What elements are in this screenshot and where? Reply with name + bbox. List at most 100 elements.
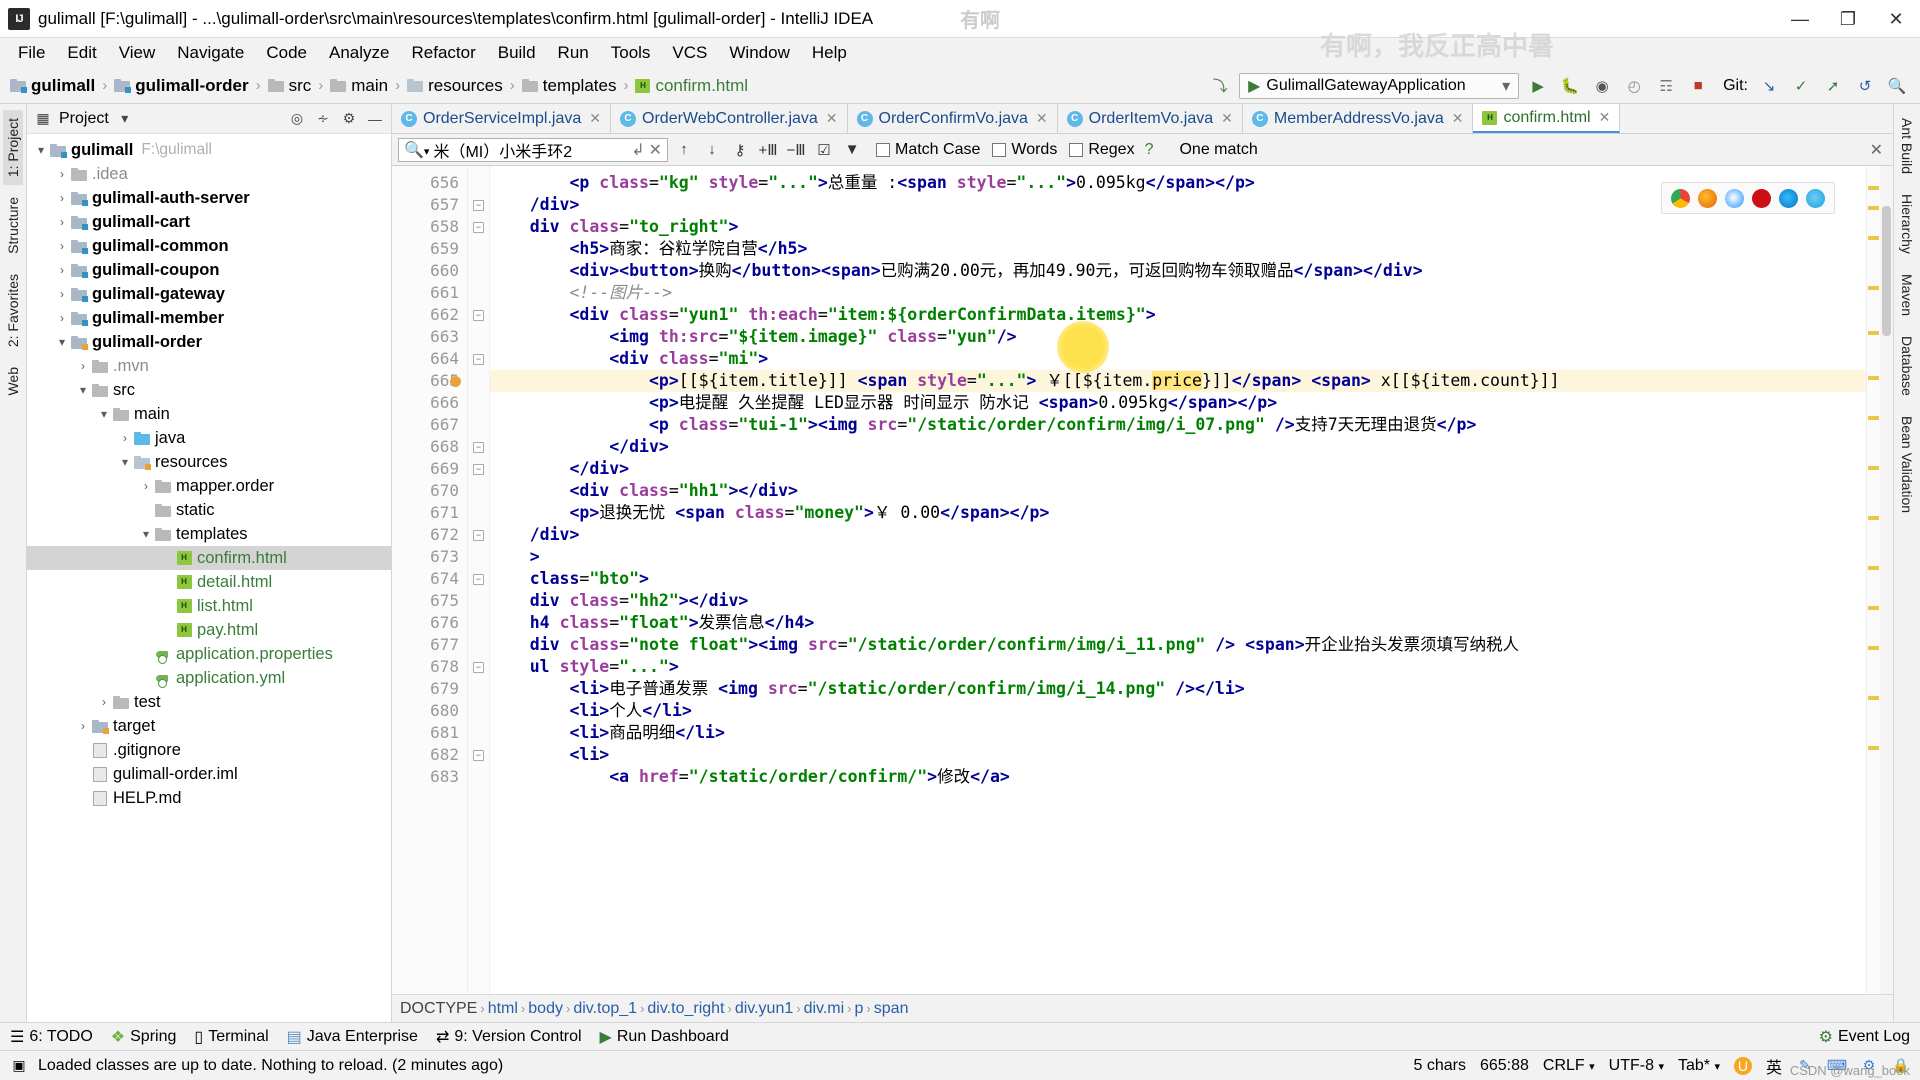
remove-line-icon[interactable]: −Ⅲ	[784, 138, 808, 162]
editor-tab[interactable]: confirm.html ✕	[1473, 104, 1621, 133]
editor-tab[interactable]: C OrderConfirmVo.java ✕	[847, 104, 1058, 133]
fold-marker[interactable]: −	[468, 304, 489, 326]
debug-button[interactable]: 🐛	[1557, 73, 1583, 99]
code-line[interactable]: </div>	[490, 436, 1866, 458]
navbar-crumb-src[interactable]: src	[264, 74, 316, 98]
tree-expand-arrow[interactable]: ›	[75, 719, 91, 733]
toolwindow-terminal[interactable]: ▯ Terminal	[194, 1027, 268, 1047]
editor-tab[interactable]: C OrderWebController.java ✕	[611, 104, 848, 133]
build-icon[interactable]: ⤵	[1207, 73, 1233, 99]
tree-item[interactable]: › gulimall-cart	[27, 210, 391, 234]
code-line[interactable]: <h5>商家：谷粒学院自营</h5>	[490, 238, 1866, 260]
code-line[interactable]: div class="to_right">	[490, 216, 1866, 238]
tree-expand-arrow[interactable]: ›	[54, 167, 70, 181]
fold-marker[interactable]	[468, 612, 489, 634]
code-folding-gutter[interactable]: − − − − − − − − − −	[468, 166, 490, 994]
minimize-button[interactable]: —	[1776, 0, 1824, 38]
tree-expand-arrow[interactable]: ›	[96, 695, 112, 709]
code-line[interactable]: <li>商品明细</li>	[490, 722, 1866, 744]
code-line[interactable]: /div>	[490, 194, 1866, 216]
close-tab-icon[interactable]: ✕	[589, 110, 601, 127]
menu-item-window[interactable]: Window	[719, 40, 799, 66]
opera-icon[interactable]	[1752, 188, 1771, 208]
profile-button[interactable]: ◴	[1621, 73, 1647, 99]
edge-icon[interactable]	[1779, 188, 1798, 208]
sidebar-item-structure[interactable]: Structure	[3, 189, 23, 262]
fold-marker[interactable]: −	[468, 194, 489, 216]
breadcrumb-item[interactable]: div.mi	[804, 1000, 845, 1018]
menu-item-build[interactable]: Build	[488, 40, 546, 66]
code-line[interactable]: <img th:src="${item.image}" class="yun"/…	[490, 326, 1866, 348]
tree-item[interactable]: ▾ gulimall-order	[27, 330, 391, 354]
firefox-icon[interactable]	[1698, 188, 1717, 208]
code-line[interactable]: <a href="/static/order/confirm/">修改</a>	[490, 766, 1866, 788]
tree-item[interactable]: confirm.html	[27, 546, 391, 570]
code-line[interactable]: <div class="yun1" th:each="item:${orderC…	[490, 304, 1866, 326]
menu-item-tools[interactable]: Tools	[601, 40, 661, 66]
fold-marker[interactable]	[468, 678, 489, 700]
fold-marker[interactable]	[468, 546, 489, 568]
tree-expand-arrow[interactable]: ▾	[33, 143, 49, 157]
status-encoding[interactable]: UTF-8 ▾	[1609, 1057, 1664, 1075]
add-line-icon[interactable]: +Ⅲ	[756, 138, 780, 162]
fold-marker[interactable]	[468, 766, 489, 788]
code-line[interactable]: >	[490, 546, 1866, 568]
ie-icon[interactable]	[1806, 188, 1825, 208]
tree-item[interactable]: › gulimall-common	[27, 234, 391, 258]
close-button[interactable]: ✕	[1872, 0, 1920, 38]
git-push-icon[interactable]: ➚	[1820, 73, 1846, 99]
code-line[interactable]: <div><button>换购</button><span>已购满20.00元，…	[490, 260, 1866, 282]
match-case-checkbox[interactable]: Match Case	[876, 141, 980, 159]
fold-marker[interactable]: −	[468, 436, 489, 458]
tree-item[interactable]: › gulimall-member	[27, 306, 391, 330]
fold-marker[interactable]: −	[468, 568, 489, 590]
fold-marker[interactable]: −	[468, 348, 489, 370]
fold-marker[interactable]	[468, 502, 489, 524]
tree-item[interactable]: › gulimall-coupon	[27, 258, 391, 282]
attach-debugger-icon[interactable]: ☶	[1653, 73, 1679, 99]
tree-expand-arrow[interactable]: ›	[138, 479, 154, 493]
code-line[interactable]: div class="hh2"></div>	[490, 590, 1866, 612]
git-commit-icon[interactable]: ✓	[1788, 73, 1814, 99]
code-line[interactable]: <p class="kg" style="...">总重量 :<span sty…	[490, 172, 1866, 194]
scrollbar-thumb[interactable]	[1882, 206, 1891, 336]
chrome-icon[interactable]	[1671, 188, 1690, 208]
scroll-from-source-icon[interactable]: ◎	[287, 109, 307, 129]
settings-gear-icon[interactable]: ⚙	[339, 109, 359, 129]
menu-item-help[interactable]: Help	[802, 40, 857, 66]
status-line-separator[interactable]: CRLF ▾	[1543, 1057, 1595, 1075]
code-line[interactable]: <li>个人</li>	[490, 700, 1866, 722]
breadcrumb-item[interactable]: p	[855, 1000, 864, 1018]
toolwindow-event-log[interactable]: ⚙ Event Log	[1819, 1027, 1910, 1047]
tree-item[interactable]: ▾ resources	[27, 450, 391, 474]
menu-item-run[interactable]: Run	[548, 40, 599, 66]
select-all-occurrences-icon[interactable]: ⚷	[728, 138, 752, 162]
tree-item[interactable]: HELP.md	[27, 786, 391, 810]
search-input[interactable]: 🔍▾ 米（MI）小米手环2 ↲ ✕	[398, 137, 668, 162]
navbar-crumb-main[interactable]: main	[326, 74, 392, 98]
collapse-all-icon[interactable]: ∻	[313, 109, 333, 129]
tree-expand-arrow[interactable]: ›	[54, 191, 70, 205]
clear-search-icon[interactable]: ✕	[649, 140, 662, 160]
fold-marker[interactable]	[468, 480, 489, 502]
code-content[interactable]: <p class="kg" style="...">总重量 :<span sty…	[490, 166, 1866, 994]
navbar-crumb-gulimall-order[interactable]: gulimall-order	[110, 74, 252, 98]
breadcrumb-item[interactable]: span	[874, 1000, 909, 1018]
toolwindow-spring[interactable]: ❖ Spring	[111, 1027, 177, 1047]
tree-item[interactable]: › .idea	[27, 162, 391, 186]
menu-item-analyze[interactable]: Analyze	[319, 40, 399, 66]
sidebar-item-project[interactable]: 1: Project	[3, 110, 23, 186]
code-line[interactable]: class="bto">	[490, 568, 1866, 590]
breadcrumb-item[interactable]: div.top_1	[573, 1000, 637, 1018]
tree-item[interactable]: gulimall-order.iml	[27, 762, 391, 786]
code-line[interactable]: ul style="...">	[490, 656, 1866, 678]
code-line[interactable]: <p class="tui-1"><img src="/static/order…	[490, 414, 1866, 436]
menu-item-navigate[interactable]: Navigate	[167, 40, 254, 66]
fold-marker[interactable]	[468, 282, 489, 304]
code-line[interactable]: <li>	[490, 744, 1866, 766]
search-everywhere-icon[interactable]: 🔍	[1884, 73, 1910, 99]
tree-expand-arrow[interactable]: ›	[117, 431, 133, 445]
code-line[interactable]: <p>退换无忧 <span class="money">￥ 0.00</span…	[490, 502, 1866, 524]
sidebar-item-hierarchy[interactable]: Hierarchy	[1897, 186, 1917, 262]
menu-item-file[interactable]: File	[8, 40, 55, 66]
